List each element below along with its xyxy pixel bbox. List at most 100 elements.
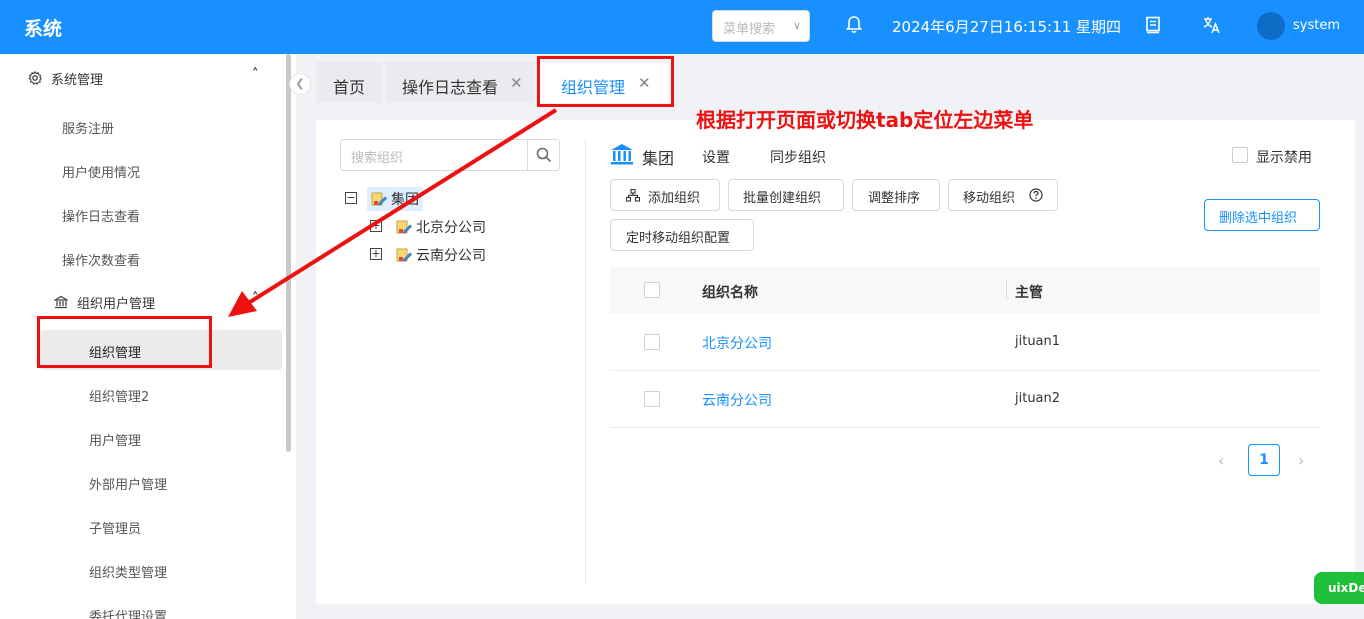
tree-node-label: 北京分公司 (416, 220, 486, 236)
move-org-button[interactable]: 移动组织 (948, 179, 1058, 211)
column-header-manager: 主管 (1015, 285, 1043, 301)
sidebar-item-label: 用户管理 (89, 434, 142, 449)
sidebar-item-label: 服务注册 (62, 122, 115, 137)
button-label: 调整排序 (868, 191, 921, 206)
org-title-text: 集团 (642, 149, 675, 168)
tree-node-root[interactable]: − 集团 (345, 187, 465, 211)
sidebar-item-external-users[interactable]: 外部用户管理 (0, 462, 284, 502)
org-tree-icon (626, 189, 640, 202)
sidebar-group-label: 系统管理 (51, 73, 104, 88)
annotation-box-tab (537, 56, 674, 107)
menu-search-select[interactable]: 菜单搜索 ∨ (712, 10, 810, 42)
org-folder-icon (396, 220, 412, 234)
tab-label: 操作日志查看 (402, 78, 499, 97)
bell-icon[interactable] (846, 16, 862, 34)
expand-icon[interactable]: + (370, 220, 382, 232)
sidebar-item-label: 操作日志查看 (62, 210, 141, 225)
sidebar-item-label: 组织管理2 (89, 390, 150, 405)
sidebar-item-label: 子管理员 (89, 522, 142, 537)
manager-cell: jituan1 (1015, 334, 1061, 349)
sidebar-item-user-usage[interactable]: 用户使用情况 (0, 150, 284, 190)
sidebar-item-label: 组织类型管理 (89, 566, 168, 581)
dev-badge[interactable]: uixDev (1314, 572, 1364, 604)
tree-node-beijing[interactable]: + 北京分公司 (370, 215, 510, 239)
sidebar-group-system[interactable]: 系统管理 ˄ (0, 58, 286, 98)
translate-icon[interactable] (1203, 16, 1221, 34)
sidebar-item-operation-log[interactable]: 操作日志查看 (0, 194, 284, 234)
delete-selected-org-button[interactable]: 删除选中组织 (1204, 199, 1320, 231)
pagination-next-icon[interactable]: › (1298, 451, 1304, 470)
sidebar-item-label: 用户使用情况 (62, 166, 141, 181)
bank-icon (54, 295, 68, 309)
table-row: 北京分公司 jituan1 (610, 314, 1320, 371)
sidebar-item-org-management-2[interactable]: 组织管理2 (0, 374, 284, 414)
org-search-placeholder: 搜索组织 (351, 151, 404, 166)
help-icon (1029, 188, 1043, 202)
tab-operation-log[interactable]: 操作日志查看 ✕ (385, 62, 535, 103)
button-label: 批量创建组织 (743, 191, 822, 206)
settings-link[interactable]: 设置 (702, 147, 730, 167)
sidebar-item-label: 委托代理设置 (89, 610, 168, 619)
sidebar-item-service-registry[interactable]: 服务注册 (0, 106, 284, 146)
tree-node-yunnan[interactable]: + 云南分公司 (370, 243, 510, 267)
button-label: 删除选中组织 (1219, 211, 1298, 226)
sidebar-item-org-types[interactable]: 组织类型管理 (0, 550, 284, 590)
annotation-text: 根据打开页面或切换tab定位左边菜单 (696, 108, 1034, 132)
scheduled-move-config-button[interactable]: 定时移动组织配置 (610, 219, 754, 251)
adjust-order-button[interactable]: 调整排序 (852, 179, 940, 211)
sidebar-collapse-button[interactable]: ❮ (289, 73, 311, 95)
column-header-org-name: 组织名称 (702, 285, 758, 301)
sidebar-group-label: 组织用户管理 (77, 297, 156, 312)
avatar[interactable] (1257, 12, 1285, 40)
document-icon[interactable] (1144, 16, 1162, 34)
sync-org-link[interactable]: 同步组织 (770, 147, 826, 167)
sidebar-item-sub-admin[interactable]: 子管理员 (0, 506, 284, 546)
panel-divider (585, 139, 586, 584)
search-icon (536, 147, 552, 163)
current-datetime: 2024年6月27日16:15:11 星期四 (892, 18, 1121, 36)
gear-icon (28, 71, 42, 85)
chevron-down-icon: ∨ (792, 19, 801, 32)
app-logo: 系统 (24, 18, 63, 40)
search-button[interactable] (527, 140, 559, 170)
show-disabled-label: 显示禁用 (1256, 150, 1312, 166)
button-label: 定时移动组织配置 (626, 231, 731, 246)
button-label: 添加组织 (648, 191, 701, 206)
sidebar-item-label: 外部用户管理 (89, 478, 168, 493)
chevron-up-icon: ˄ (252, 67, 259, 82)
annotation-box-menu (37, 316, 212, 368)
tab-home[interactable]: 首页 (316, 62, 382, 103)
menu-search-placeholder: 菜单搜索 (723, 22, 776, 37)
chevron-up-icon: ˄ (252, 291, 259, 306)
top-header: 系统 菜单搜索 ∨ 2024年6月27日16:15:11 星期四 system (0, 0, 1364, 54)
add-org-button[interactable]: 添加组织 (610, 179, 720, 211)
collapse-icon[interactable]: − (345, 192, 357, 204)
manager-cell: jituan2 (1015, 391, 1061, 406)
tree-node-label: 集团 (391, 192, 419, 208)
show-disabled-checkbox[interactable] (1232, 147, 1248, 163)
row-checkbox[interactable] (644, 334, 660, 350)
select-all-checkbox[interactable] (644, 282, 660, 298)
username[interactable]: system (1293, 18, 1340, 33)
org-folder-icon (396, 248, 412, 262)
pagination-current-page[interactable]: 1 (1248, 444, 1280, 476)
close-icon[interactable]: ✕ (510, 74, 523, 92)
row-checkbox[interactable] (644, 391, 660, 407)
table-header: 组织名称 主管 (610, 267, 1320, 314)
sidebar-item-delegation[interactable]: 委托代理设置 (0, 594, 284, 619)
batch-create-org-button[interactable]: 批量创建组织 (728, 179, 844, 211)
org-name-link[interactable]: 云南分公司 (702, 390, 772, 410)
tree-node-label: 云南分公司 (416, 248, 486, 264)
pagination-prev-icon[interactable]: ‹ (1218, 451, 1224, 470)
org-folder-icon (371, 192, 387, 206)
tab-label: 首页 (333, 78, 366, 97)
expand-icon[interactable]: + (370, 248, 382, 260)
org-search-input[interactable]: 搜索组织 (340, 139, 560, 171)
sidebar-item-user-management[interactable]: 用户管理 (0, 418, 284, 458)
sidebar-item-operation-count[interactable]: 操作次数查看 (0, 238, 284, 278)
button-label: 移动组织 (963, 191, 1016, 206)
column-separator (1006, 280, 1007, 300)
org-name-link[interactable]: 北京分公司 (702, 333, 772, 353)
sidebar-item-label: 操作次数查看 (62, 254, 141, 269)
sidebar-scrollbar[interactable] (286, 54, 291, 452)
